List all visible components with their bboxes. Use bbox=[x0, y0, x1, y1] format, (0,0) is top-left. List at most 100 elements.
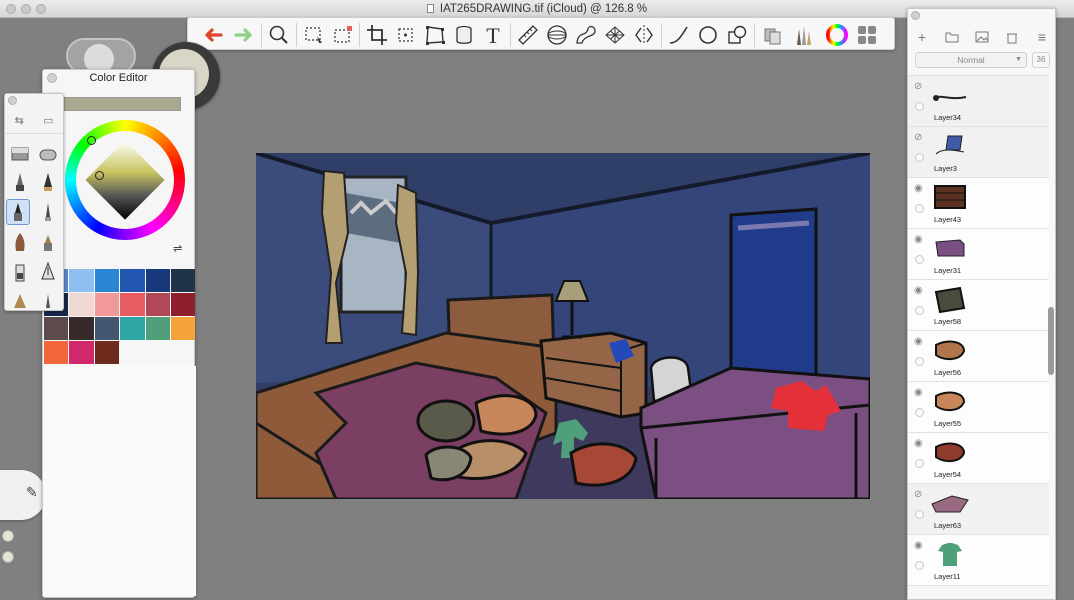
close-layers-panel-button[interactable] bbox=[911, 11, 920, 20]
layer-select-radio[interactable] bbox=[915, 204, 924, 213]
color-swatch[interactable] bbox=[120, 317, 145, 340]
layer-row[interactable]: ◉ Layer58 bbox=[908, 280, 1049, 331]
layer-select-radio[interactable] bbox=[915, 255, 924, 264]
new-folder-icon[interactable] bbox=[942, 27, 962, 47]
eye-icon[interactable]: ◉ bbox=[914, 234, 923, 245]
eraser-hard-brush[interactable] bbox=[8, 139, 32, 165]
texture-brush[interactable] bbox=[8, 286, 32, 310]
layer-select-radio[interactable] bbox=[915, 153, 924, 162]
color-swatch[interactable] bbox=[94, 341, 120, 364]
paint-brush[interactable] bbox=[8, 229, 32, 255]
copic-icon[interactable] bbox=[760, 22, 785, 47]
color-swatch[interactable] bbox=[170, 269, 196, 292]
eye-icon[interactable]: ◉ bbox=[914, 540, 923, 551]
layer-row[interactable]: ◉ Layer31 bbox=[908, 229, 1049, 280]
eye-icon[interactable]: ◉ bbox=[914, 285, 923, 296]
color-wheel[interactable] bbox=[65, 120, 185, 240]
marker-brush-selected[interactable] bbox=[6, 199, 30, 225]
add-image-icon[interactable] bbox=[972, 27, 992, 47]
color-swatch[interactable] bbox=[69, 293, 94, 316]
layer-row[interactable]: ◉ Layer54 bbox=[908, 433, 1049, 484]
eye-icon[interactable]: ◉ bbox=[914, 183, 923, 194]
color-swatch[interactable] bbox=[120, 293, 145, 316]
wrench-icon[interactable]: ✎ bbox=[26, 484, 38, 501]
selection-icon[interactable] bbox=[330, 22, 355, 47]
close-brush-palette-button[interactable] bbox=[8, 96, 17, 105]
color-swatch[interactable] bbox=[94, 317, 120, 340]
layer-select-radio[interactable] bbox=[915, 102, 924, 111]
lasso-select-icon[interactable] bbox=[301, 22, 326, 47]
symmetry-icon[interactable] bbox=[631, 22, 656, 47]
eye-icon[interactable]: ◉ bbox=[914, 336, 923, 347]
airbrush-brush[interactable] bbox=[36, 229, 60, 255]
color-swatch[interactable] bbox=[120, 269, 145, 292]
color-swatch[interactable] bbox=[94, 293, 120, 316]
french-curve-icon[interactable] bbox=[573, 22, 598, 47]
layer-row[interactable]: ⊘ Layer63 bbox=[908, 484, 1049, 535]
color-picker-handle[interactable] bbox=[95, 171, 104, 180]
color-swatch[interactable] bbox=[94, 269, 120, 292]
delete-layer-icon[interactable] bbox=[1002, 27, 1022, 47]
chisel-brush[interactable] bbox=[8, 259, 32, 285]
color-swatch[interactable] bbox=[44, 341, 69, 364]
layer-row[interactable]: ◉ Layer43 bbox=[908, 178, 1049, 229]
distort-icon[interactable] bbox=[422, 22, 447, 47]
layer-opacity-field[interactable]: 36 bbox=[1032, 52, 1050, 68]
layer-select-radio[interactable] bbox=[915, 459, 924, 468]
layer-row[interactable]: ◉ Layer56 bbox=[908, 331, 1049, 382]
eraser-soft-brush[interactable] bbox=[36, 139, 60, 165]
tool-knob-2[interactable] bbox=[2, 551, 14, 563]
line-icon[interactable] bbox=[666, 22, 691, 47]
color-swatch[interactable] bbox=[69, 317, 94, 340]
brush-library-icon[interactable] bbox=[791, 22, 816, 47]
layers-toggle-icon[interactable] bbox=[854, 22, 879, 47]
color-swatch[interactable] bbox=[44, 317, 69, 340]
ellipse-guide-icon[interactable] bbox=[544, 22, 569, 47]
layer-select-radio[interactable] bbox=[915, 561, 924, 570]
add-layer-icon[interactable]: + bbox=[912, 27, 932, 47]
layer-row[interactable]: ◉ Layer55 bbox=[908, 382, 1049, 433]
eye-hidden-icon[interactable]: ⊘ bbox=[914, 132, 922, 143]
color-swatch[interactable] bbox=[145, 293, 170, 316]
color-swatch[interactable] bbox=[69, 269, 94, 292]
close-panel-button[interactable] bbox=[47, 73, 57, 83]
shape-icon[interactable] bbox=[724, 22, 749, 47]
ballpoint-brush[interactable] bbox=[36, 169, 60, 195]
smudge-brush[interactable] bbox=[36, 286, 60, 310]
current-color-swatch[interactable] bbox=[64, 97, 181, 111]
tool-knob-1[interactable] bbox=[2, 530, 14, 542]
ruler-icon[interactable] bbox=[515, 22, 540, 47]
eye-icon[interactable]: ◉ bbox=[914, 438, 923, 449]
ink-pen-brush[interactable] bbox=[36, 259, 60, 285]
hue-handle[interactable] bbox=[87, 136, 96, 145]
eye-icon[interactable]: ◉ bbox=[914, 387, 923, 398]
fill-icon[interactable] bbox=[451, 22, 476, 47]
color-swatch[interactable] bbox=[69, 341, 94, 364]
eye-hidden-icon[interactable]: ⊘ bbox=[914, 489, 922, 500]
layer-select-radio[interactable] bbox=[915, 510, 924, 519]
fineliner-brush[interactable] bbox=[36, 199, 60, 225]
transform-icon[interactable] bbox=[393, 22, 418, 47]
quick-tools-widget[interactable]: ✎ bbox=[0, 470, 46, 520]
undo-icon[interactable] bbox=[200, 22, 225, 47]
color-wheel-icon[interactable] bbox=[824, 22, 849, 47]
brush-settings-icon[interactable]: ⇆ bbox=[15, 114, 24, 127]
pencil-brush[interactable] bbox=[8, 169, 32, 195]
zoom-icon[interactable] bbox=[266, 22, 291, 47]
redo-icon[interactable] bbox=[231, 22, 256, 47]
layer-select-radio[interactable] bbox=[915, 408, 924, 417]
layer-select-radio[interactable] bbox=[915, 306, 924, 315]
blend-mode-select[interactable]: Normal ▼ bbox=[915, 52, 1027, 68]
color-swatch[interactable] bbox=[170, 317, 196, 340]
eye-hidden-icon[interactable]: ⊘ bbox=[914, 81, 922, 92]
layer-menu-icon[interactable]: ≡ bbox=[1032, 27, 1052, 47]
layer-row[interactable]: ⊘ Layer3 bbox=[908, 127, 1049, 178]
text-icon[interactable]: T bbox=[480, 22, 505, 47]
perspective-icon[interactable] bbox=[602, 22, 627, 47]
crop-icon[interactable] bbox=[364, 22, 389, 47]
color-swatch[interactable] bbox=[145, 269, 170, 292]
layer-select-radio[interactable] bbox=[915, 357, 924, 366]
layer-row[interactable]: ⊘ Layer34 bbox=[908, 76, 1049, 127]
circle-icon[interactable] bbox=[695, 22, 720, 47]
layer-row[interactable]: ◉ Layer11 bbox=[908, 535, 1049, 586]
